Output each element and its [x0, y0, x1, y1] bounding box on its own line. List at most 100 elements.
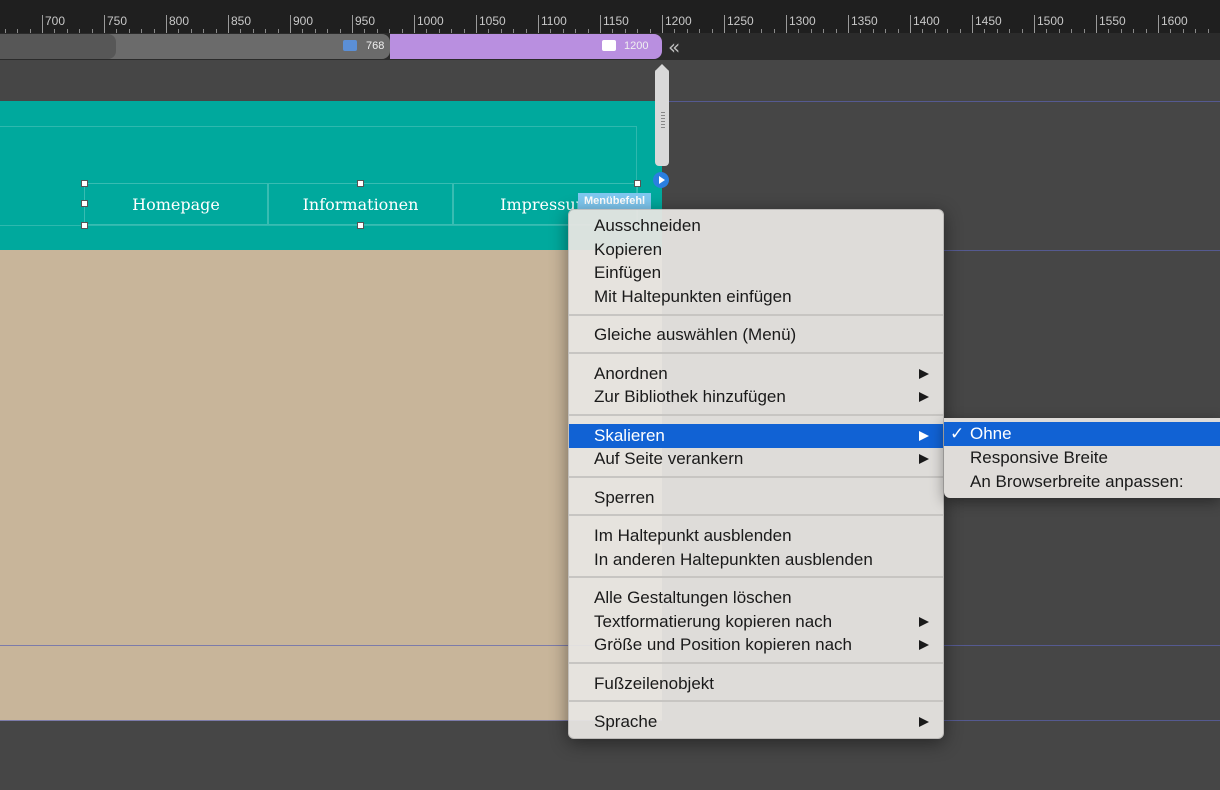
ruler-tick: [290, 15, 291, 33]
context-menu-item-label: Im Haltepunkt ausblenden: [594, 526, 792, 545]
context-menu-item[interactable]: Gleiche auswählen (Menü): [569, 323, 943, 347]
context-menu-item[interactable]: Ausschneiden: [569, 214, 943, 238]
guide-line: [944, 645, 1220, 646]
ruler-label: 1350: [851, 14, 878, 28]
ruler-label: 800: [169, 14, 190, 28]
ruler-label: 1600: [1161, 14, 1188, 28]
menu-item-homepage[interactable]: Homepage: [84, 183, 268, 225]
submenu-arrow-icon: [919, 369, 929, 379]
scale-option-label: An Browserbreite anpassen:: [970, 472, 1184, 491]
double-chevron-left-icon[interactable]: «: [668, 37, 692, 57]
menu-separator: [569, 352, 943, 355]
ruler-label: 1100: [541, 14, 567, 28]
ruler-label: 1300: [789, 14, 816, 28]
header-band[interactable]: [0, 101, 662, 250]
ruler-tick: [166, 15, 167, 33]
guide-line: [0, 645, 662, 646]
context-menu-item-label: Zur Bibliothek hinzufügen: [594, 387, 786, 406]
context-menu: Ausschneiden Kopieren Einfügen Mit Haltepun…: [568, 209, 944, 739]
guide-line: [944, 250, 1220, 251]
menu-widget[interactable]: Homepage Informationen Impressum: [84, 183, 638, 225]
ruler-label: 1200: [665, 14, 692, 28]
ruler-label: 1450: [975, 14, 1002, 28]
ruler-tick: [1158, 15, 1159, 33]
selection-handle[interactable]: [81, 180, 88, 187]
menu-item-informationen[interactable]: Informationen: [268, 183, 453, 225]
menu-separator: [569, 576, 943, 579]
submenu-arrow-icon: [919, 617, 929, 627]
scale-option[interactable]: Responsive Breite: [944, 446, 1220, 470]
selection-handle[interactable]: [357, 180, 364, 187]
play-icon[interactable]: [653, 172, 669, 188]
menu-separator: [569, 414, 943, 417]
selection-handle[interactable]: [357, 222, 364, 229]
ruler-tick: [42, 15, 43, 33]
submenu-arrow-icon: [919, 717, 929, 727]
ruler-tick: [476, 15, 477, 33]
ruler-tick: [1096, 15, 1097, 33]
guide-line: [944, 720, 1220, 721]
context-menu-item[interactable]: Einfügen: [569, 261, 943, 285]
context-menu-item[interactable]: Mit Haltepunkten einfügen: [569, 285, 943, 309]
ruler-label: 850: [231, 14, 252, 28]
page-canvas[interactable]: Homepage Informationen Impressum: [0, 101, 662, 721]
horizontal-ruler[interactable]: 700 750 800 850 900 950 1000 1050 1100 1150 1200 12…: [0, 0, 1220, 33]
context-menu-item-label: In anderen Haltepunkten ausblenden: [594, 550, 873, 569]
ruler-tick: [972, 15, 973, 33]
ruler-label: 750: [107, 14, 128, 28]
context-menu-item-label: Mit Haltepunkten einfügen: [594, 287, 792, 306]
ruler-tick: [600, 15, 601, 33]
guide-line: [662, 101, 1220, 102]
context-menu-item-label: Ausschneiden: [594, 216, 701, 235]
context-menu-item[interactable]: In anderen Haltepunkten ausblenden: [569, 548, 943, 572]
context-menu-item[interactable]: Im Haltepunkt ausblenden: [569, 524, 943, 548]
scale-option[interactable]: ✓ Ohne: [944, 422, 1220, 446]
tablet-breakpoint-label: 768: [366, 40, 385, 52]
breakpoint-bar: 768 1200: [0, 33, 1220, 60]
ruler-tick: [662, 15, 663, 33]
ruler-label: 900: [293, 14, 314, 28]
menu-separator: [569, 313, 943, 316]
context-menu-item[interactable]: Skalieren: [569, 424, 943, 448]
context-menu-item[interactable]: Anordnen: [569, 362, 943, 386]
ruler-label: 1400: [913, 14, 940, 28]
selection-handle[interactable]: [81, 200, 88, 207]
ruler-tick: [352, 15, 353, 33]
ruler-label: 700: [45, 14, 66, 28]
context-menu-item[interactable]: Kopieren: [569, 238, 943, 262]
mobile-breakpoint-range[interactable]: [0, 34, 116, 59]
scale-option[interactable]: An Browserbreite anpassen:: [944, 470, 1220, 494]
context-menu-item[interactable]: Fußzeilenobjekt: [569, 672, 943, 696]
context-menu-item[interactable]: Sprache: [569, 710, 943, 734]
menu-separator: [569, 476, 943, 479]
scale-submenu: ✓ Ohne Responsive Breite An Browserbreite a…: [944, 418, 1220, 498]
scale-option-label: Ohne: [970, 424, 1012, 443]
context-menu-item[interactable]: Textformatierung kopieren nach: [569, 610, 943, 634]
guide-line: [0, 720, 662, 721]
selection-handle[interactable]: [81, 222, 88, 229]
desktop-breakpoint-range[interactable]: 1200: [390, 34, 662, 59]
ruler-tick: [414, 15, 415, 33]
context-menu-item[interactable]: Zur Bibliothek hinzufügen: [569, 385, 943, 409]
ruler-label: 1050: [479, 14, 506, 28]
ruler-label: 1150: [603, 14, 629, 28]
context-menu-item[interactable]: Auf Seite verankern: [569, 447, 943, 471]
context-menu-item-label: Skalieren: [594, 426, 665, 445]
context-menu-item[interactable]: Sperren: [569, 486, 943, 510]
ruler-label: 950: [355, 14, 376, 28]
context-menu-item-label: Kopieren: [594, 240, 663, 259]
submenu-arrow-icon: [919, 431, 929, 441]
context-menu-item-label: Auf Seite verankern: [594, 449, 744, 468]
context-menu-item-label: Einfügen: [594, 263, 662, 282]
context-menu-item-label: Sprache: [594, 712, 658, 731]
scale-option-label: Responsive Breite: [970, 448, 1108, 467]
selection-handle[interactable]: [634, 180, 641, 187]
ruler-tick: [104, 15, 105, 33]
ruler-label: 1250: [727, 14, 754, 28]
breakpoint-drag-handle[interactable]: [654, 64, 670, 168]
context-menu-item[interactable]: Größe und Position kopieren nach: [569, 633, 943, 657]
context-menu-item[interactable]: Alle Gestaltungen löschen: [569, 586, 943, 610]
ruler-tick: [786, 15, 787, 33]
submenu-arrow-icon: [919, 454, 929, 464]
breakpoint-handle-body: [655, 70, 669, 166]
